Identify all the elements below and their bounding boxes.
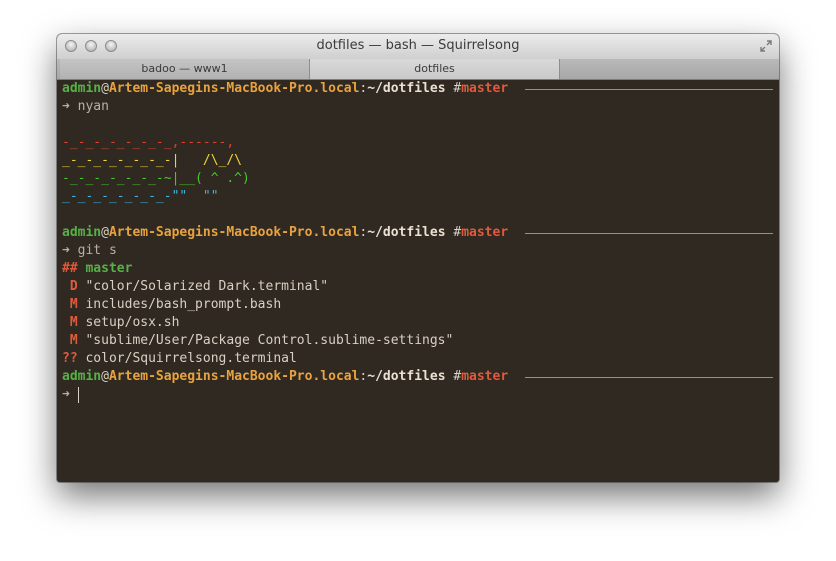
nyan-row: -_-_-_-_-_-_-_,------, [62,134,234,152]
prompt-divider [525,377,773,378]
tab-badoo[interactable]: badoo — www1 [60,59,310,79]
prompt-user: admin [62,225,102,240]
prompt-branch: master [461,369,509,384]
prompt-host: Artem-Sapegins-MacBook-Pro.local [108,225,360,240]
arrow-icon: ➜ [62,387,70,402]
nyan-art: -_-_-_-_-_-_-~|__( ^ .^) [62,171,250,186]
git-branch-line: ## master [62,260,132,278]
git-branch-name: master [85,261,133,276]
prompt-at: @ [101,225,109,240]
prompt-hash: # [445,369,462,384]
nyan-art: -_-_-_-_-_-_-_,------, [62,135,235,150]
prompt-path: ~/dotfiles [367,81,446,96]
prompt-path: ~/dotfiles [367,369,446,384]
git-branch-prefix: ## [62,261,78,276]
git-status-code: M [62,297,78,312]
prompt-divider [525,233,773,234]
prompt-at: @ [101,369,109,384]
tab-bar: badoo — www1 dotfiles [57,59,779,80]
git-status-code: M [62,315,78,330]
prompt-line: admin@Artem-Sapegins-MacBook-Pro.local:~… [62,224,508,242]
nyan-row: _-_-_-_-_-_-_-| /\_/\ [62,152,242,170]
nyan-row: _-_-_-_-_-_-_-"" "" [62,188,219,206]
command-line: ➜ nyan [62,98,109,116]
nyan-art: _-_-_-_-_-_-_-"" "" [62,189,219,204]
git-file-row: D "color/Solarized Dark.terminal" [62,278,328,296]
git-status-code: ?? [62,351,78,366]
command-text: nyan [77,99,109,114]
text-cursor [77,386,79,403]
command-line: ➜ git s [62,242,117,260]
prompt-host: Artem-Sapegins-MacBook-Pro.local [108,81,360,96]
title-bar: dotfiles — bash — Squirrelsong [57,34,779,60]
prompt-line: admin@Artem-Sapegins-MacBook-Pro.local:~… [62,368,508,386]
prompt-branch: master [461,225,509,240]
prompt-user: admin [62,81,102,96]
prompt-divider [525,89,773,90]
prompt-hash: # [445,81,462,96]
arrow-icon: ➜ [62,243,70,258]
command-line[interactable]: ➜ [62,386,79,404]
git-file-row: M "sublime/User/Package Control.sublime-… [62,332,454,350]
nyan-art: _-_-_-_-_-_-_-| /\_/\ [62,153,243,168]
git-file-row: ?? color/Squirrelsong.terminal [62,350,297,368]
command-text: git s [77,243,117,258]
git-file-path: includes/bash_prompt.bash [85,297,282,312]
git-file-path: color/Squirrelsong.terminal [85,351,297,366]
window-title: dotfiles — bash — Squirrelsong [316,38,520,53]
prompt-at: @ [101,81,109,96]
git-file-path: "color/Solarized Dark.terminal" [85,279,329,294]
terminal-output[interactable]: admin@Artem-Sapegins-MacBook-Pro.local:~… [57,80,779,482]
git-file-row: M setup/osx.sh [62,314,180,332]
git-file-path: setup/osx.sh [85,315,180,330]
prompt-branch: master [461,81,509,96]
arrow-icon: ➜ [62,99,70,114]
prompt-user: admin [62,369,102,384]
terminal-window: dotfiles — bash — Squirrelsong badoo — w… [57,34,779,482]
git-status-code: M [62,333,78,348]
prompt-hash: # [445,225,462,240]
prompt-line: admin@Artem-Sapegins-MacBook-Pro.local:~… [62,80,508,98]
git-status-code: D [62,279,78,294]
prompt-host: Artem-Sapegins-MacBook-Pro.local [108,369,360,384]
prompt-path: ~/dotfiles [367,225,446,240]
tab-dotfiles[interactable]: dotfiles [310,59,560,79]
git-file-row: M includes/bash_prompt.bash [62,296,281,314]
fullscreen-icon[interactable] [759,39,773,53]
nyan-row: -_-_-_-_-_-_-~|__( ^ .^) [62,170,250,188]
git-file-path: "sublime/User/Package Control.sublime-se… [85,333,454,348]
